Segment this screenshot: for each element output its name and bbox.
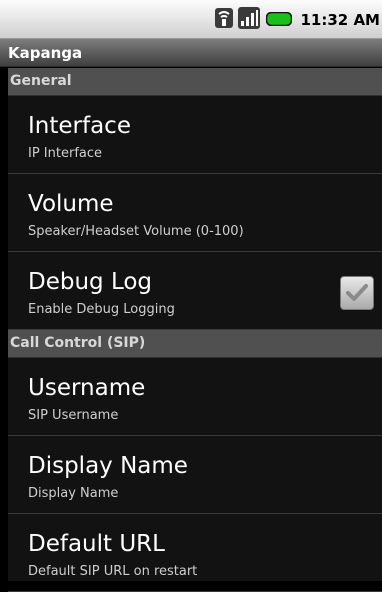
cell-signal-icon — [238, 7, 266, 33]
pref-debug-log[interactable]: Debug Log Enable Debug Logging — [8, 252, 382, 330]
section-header-call-control: Call Control (SIP) — [8, 330, 382, 358]
pref-summary: Display Name — [28, 486, 119, 501]
pref-interface[interactable]: Interface IP Interface — [8, 96, 382, 174]
pref-username[interactable]: Username SIP Username — [8, 358, 382, 436]
preferences-list: General Interface IP Interface Volume Sp… — [8, 68, 382, 592]
pref-title: Interface — [28, 113, 131, 139]
battery-icon — [266, 11, 300, 30]
status-bar: 11:32 AM — [0, 0, 382, 39]
pref-title: Default URL — [28, 531, 165, 557]
app-title-bar: Kapanga — [0, 39, 382, 67]
pref-title: Volume — [28, 191, 114, 217]
pref-default-url[interactable]: Default URL Default SIP URL on restart — [8, 514, 382, 592]
pref-volume[interactable]: Volume Speaker/Headset Volume (0-100) — [8, 174, 382, 252]
sync-signal-icon — [214, 7, 238, 33]
section-header-general: General — [8, 68, 382, 96]
pref-summary: IP Interface — [28, 146, 103, 161]
pref-title: Debug Log — [28, 269, 153, 295]
app-title: Kapanga — [8, 44, 83, 62]
pref-summary: Enable Debug Logging — [28, 302, 175, 317]
pref-summary: SIP Username — [28, 408, 119, 423]
debug-log-checkbox[interactable] — [340, 276, 374, 310]
pref-summary: Speaker/Headset Volume (0-100) — [28, 224, 244, 239]
pref-title: Username — [28, 375, 146, 401]
pref-title: Display Name — [28, 453, 188, 479]
pref-display-name[interactable]: Display Name Display Name — [8, 436, 382, 514]
pref-summary: Default SIP URL on restart — [28, 564, 198, 579]
status-time: 11:32 AM — [300, 11, 380, 29]
status-icons: 11:32 AM — [214, 7, 382, 33]
check-icon — [346, 284, 368, 301]
